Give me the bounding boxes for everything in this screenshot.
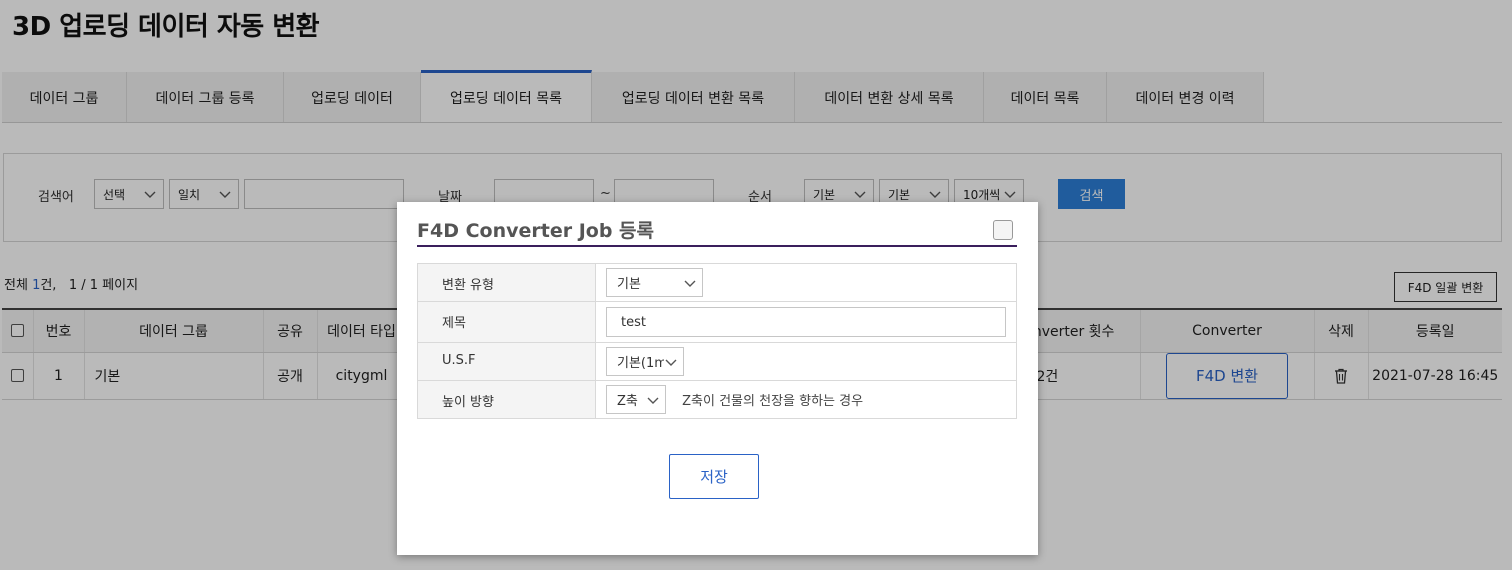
form-row-conv-type: 변환 유형 기본 — [417, 263, 1017, 302]
title-input[interactable]: test — [606, 307, 1006, 337]
title-cell: test — [595, 301, 1017, 343]
height-direction-select-value: Z축 — [617, 394, 638, 409]
title-label: 제목 — [417, 301, 596, 343]
dialog-title: F4D Converter Job 등록 — [417, 220, 655, 242]
chevron-down-icon — [647, 397, 659, 404]
job-form: 변환 유형 기본 제목 test U.S.F 기본(1m 높이 방향 Z축 Z축… — [417, 263, 1017, 419]
height-direction-select[interactable]: Z축 — [606, 385, 666, 414]
usf-label: U.S.F — [417, 342, 596, 381]
dialog-close-button[interactable] — [993, 220, 1013, 240]
height-direction-hint: Z축이 건물의 천장을 향하는 경우 — [682, 394, 864, 409]
usf-select[interactable]: 기본(1m — [606, 347, 684, 376]
form-row-title: 제목 test — [417, 301, 1017, 343]
conv-type-cell: 기본 — [595, 263, 1017, 302]
chevron-down-icon — [664, 355, 678, 369]
height-direction-label: 높이 방향 — [417, 380, 596, 419]
dialog-title-underline — [417, 245, 1017, 247]
conv-type-label: 변환 유형 — [417, 263, 596, 302]
conv-type-select-value: 기본 — [617, 277, 641, 292]
form-row-usf: U.S.F 기본(1m — [417, 342, 1017, 381]
form-row-height-direction: 높이 방향 Z축 Z축이 건물의 천장을 향하는 경우 — [417, 380, 1017, 419]
conv-type-select[interactable]: 기본 — [606, 268, 703, 297]
chevron-down-icon — [684, 280, 696, 287]
usf-select-value: 기본(1m — [617, 356, 667, 371]
height-direction-cell: Z축 Z축이 건물의 천장을 향하는 경우 — [595, 380, 1017, 419]
usf-cell: 기본(1m — [595, 342, 1017, 381]
f4d-converter-job-dialog: F4D Converter Job 등록 변환 유형 기본 제목 test U.… — [397, 202, 1038, 555]
save-button[interactable]: 저장 — [669, 454, 759, 499]
